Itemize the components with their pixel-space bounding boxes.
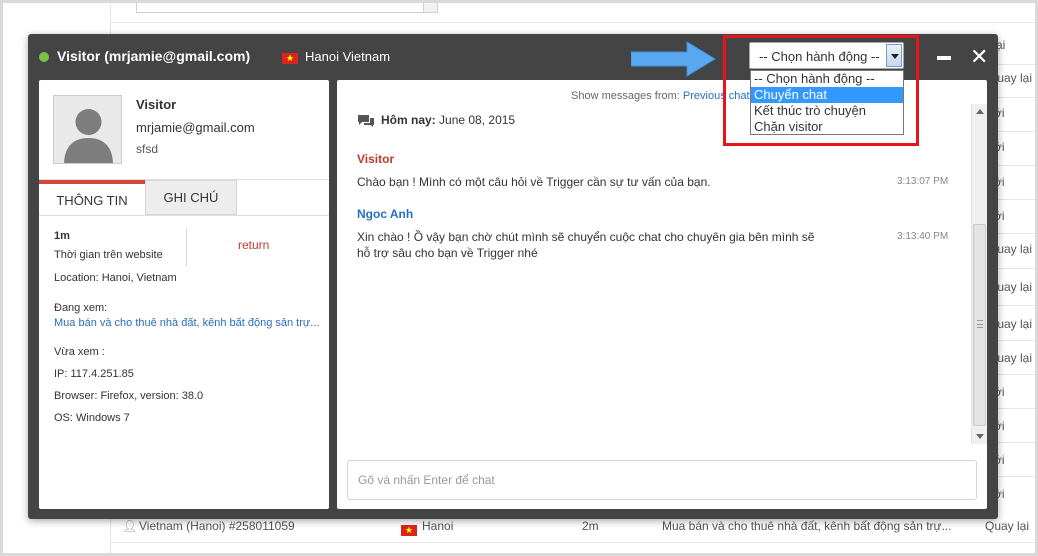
grip-icon	[977, 320, 983, 328]
chat-window-title: Visitor (mrjamie@gmail.com)	[57, 48, 251, 64]
message-sender: Ngoc Anh	[357, 207, 414, 221]
time-on-site-label: Thời gian trên website	[54, 249, 163, 261]
tab-info[interactable]: THÔNG TIN	[39, 180, 145, 215]
viewing-label: Đang xem:	[54, 302, 108, 314]
profile-note: sfsd	[136, 142, 159, 156]
user-icon: 👤︎	[122, 519, 138, 533]
bg-row-visitor: Vietnam (Hanoi) #258011059	[139, 519, 295, 533]
message-text: Chào bạn ! Mình có một câu hỏi về Trigge…	[357, 175, 711, 189]
bg-status-cell: ởi	[994, 106, 1005, 120]
bg-status-cell: ởi	[994, 453, 1005, 467]
bg-status-cell: ởi	[994, 175, 1005, 189]
chat-date: Hôm nay: June 08, 2015	[381, 113, 515, 127]
bg-row-status[interactable]: Quay lại	[985, 519, 1029, 533]
bg-row-city: Hanoi	[422, 519, 454, 533]
chat-input[interactable]	[347, 460, 977, 500]
bg-status-cell: ởi	[994, 209, 1005, 223]
bg-status-cell: ởi	[994, 487, 1005, 501]
os-line: OS: Windows 7	[54, 412, 130, 424]
location-line: Location: Hanoi, Vietnam	[54, 272, 177, 284]
pointer-arrow-icon	[631, 41, 716, 77]
viewing-page-link[interactable]: Mua bán và cho thuê nhà đất, kênh bất độ…	[54, 317, 319, 329]
highlight-box	[723, 35, 919, 146]
message-time: 3:13:07 PM	[897, 176, 949, 187]
divider	[186, 228, 187, 266]
scrollbar-thumb[interactable]	[973, 224, 986, 426]
close-icon[interactable]: ✕	[970, 47, 988, 69]
time-on-site-value: 1m	[54, 230, 70, 242]
divider	[39, 215, 329, 216]
browser-line: Browser: Firefox, version: 38.0	[54, 390, 204, 402]
bg-row-divider	[110, 542, 1035, 543]
return-status: return	[238, 238, 270, 252]
chat-scrollbar[interactable]	[971, 104, 987, 444]
bg-row-divider	[110, 22, 1035, 23]
chat-date-value: June 08, 2015	[439, 113, 516, 127]
avatar-placeholder-icon	[54, 96, 121, 163]
bg-row-duration: 2m	[582, 519, 599, 533]
recent-label: Vừa xem :	[54, 346, 105, 358]
tab-notes[interactable]: GHI CHÚ	[145, 180, 237, 215]
scroll-up-icon[interactable]	[976, 109, 984, 114]
visitor-info-panel: Visitor mrjamie@gmail.com sfsd THÔNG TIN…	[39, 80, 329, 509]
bg-search-button[interactable]	[423, 0, 437, 12]
profile-name: Visitor	[136, 97, 177, 112]
message-text: Xin chào ! Ồ vậy bạn chờ chút mình sẽ ch…	[357, 230, 815, 260]
bg-row-page: Mua bán và cho thuê nhà đất, kênh bất độ…	[662, 519, 952, 533]
chat-date-prefix: Hôm nay:	[381, 113, 436, 127]
message-sender: Visitor	[357, 152, 395, 166]
minimize-icon[interactable]	[937, 56, 951, 60]
chat-bubble-icon	[358, 115, 374, 127]
ip-line: IP: 117.4.251.85	[54, 368, 134, 380]
scroll-down-icon[interactable]	[976, 434, 984, 439]
visitor-location: Hanoi Vietnam	[305, 49, 391, 64]
message-time: 3:13:40 PM	[897, 231, 949, 242]
bg-status-cell: ởi	[994, 419, 1005, 433]
bg-status-cell: ại	[996, 38, 1006, 52]
bg-status-cell: ởi	[994, 385, 1005, 399]
vietnam-flag-icon	[282, 50, 298, 66]
online-status-icon	[39, 52, 49, 62]
bg-search-box[interactable]	[136, 0, 438, 13]
avatar	[53, 95, 122, 164]
bg-status-cell: ởi	[994, 140, 1005, 154]
profile-email: mrjamie@gmail.com	[136, 120, 255, 135]
show-messages-label: Show messages from:	[571, 90, 680, 102]
